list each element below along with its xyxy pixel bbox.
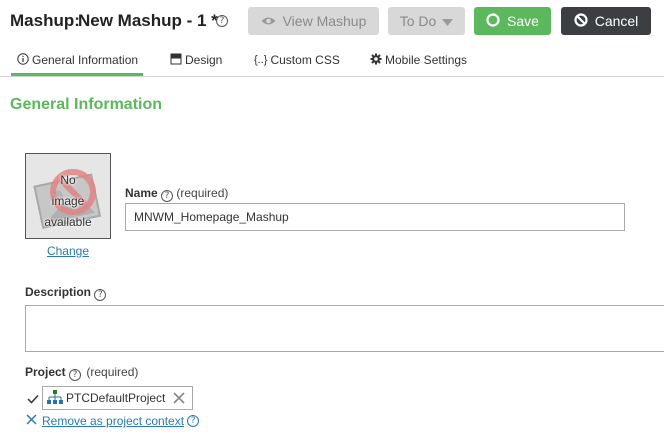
- chevron-down-icon: [442, 13, 454, 29]
- help-icon[interactable]: ?: [187, 415, 200, 427]
- tab-label: Mobile Settings: [385, 53, 468, 67]
- checkmark-icon: [27, 391, 39, 409]
- tab-label: General Information: [32, 53, 139, 67]
- view-mashup-label: View Mashup: [282, 13, 367, 29]
- tab-custom-css[interactable]: {..} Custom CSS: [254, 52, 340, 68]
- help-icon[interactable]: ?: [94, 289, 107, 301]
- tab-general-information[interactable]: General Information: [17, 52, 138, 68]
- no-image-text: No image available: [44, 173, 92, 229]
- close-icon[interactable]: [173, 392, 185, 407]
- eye-icon: [261, 13, 276, 29]
- circle-icon: [486, 12, 500, 30]
- description-label: Description ?: [25, 285, 107, 301]
- x-icon: [26, 414, 37, 428]
- view-mashup-button[interactable]: View Mashup: [248, 7, 379, 35]
- todo-dropdown[interactable]: To Do: [388, 7, 465, 35]
- change-image-link[interactable]: Change: [25, 244, 111, 258]
- project-chip[interactable]: PTCDefaultProject: [42, 386, 193, 410]
- mashup-image: No image available: [25, 153, 111, 239]
- tab-label: Custom CSS: [270, 53, 340, 67]
- tabs-divider: [0, 76, 664, 77]
- section-title: General Information: [10, 96, 163, 113]
- help-icon[interactable]: ?: [69, 369, 82, 381]
- tab-design[interactable]: Design: [170, 52, 222, 68]
- remove-project-context-link[interactable]: Remove as project context: [42, 414, 184, 428]
- ban-icon: [574, 12, 588, 30]
- cancel-button[interactable]: Cancel: [561, 7, 651, 35]
- project-label: Project ? (required): [25, 365, 139, 381]
- description-input[interactable]: [25, 305, 664, 352]
- css-braces-icon: {..}: [254, 54, 268, 66]
- design-icon: [170, 53, 182, 68]
- page-title-prefix: Mashup:: [10, 11, 80, 30]
- save-label: Save: [507, 13, 539, 29]
- project-name: PTCDefaultProject: [66, 391, 166, 405]
- remove-project-row: Remove as project context ?: [26, 414, 200, 428]
- gear-icon: [370, 53, 382, 68]
- help-icon[interactable]: ?: [161, 190, 174, 202]
- tab-label: Design: [185, 53, 223, 67]
- project-tree-icon: [47, 389, 63, 407]
- page-title: New Mashup - 1 *: [78, 11, 218, 30]
- name-input[interactable]: MNWM_Homepage_Mashup: [125, 203, 625, 231]
- todo-label: To Do: [399, 13, 437, 29]
- help-icon[interactable]: ?: [216, 15, 228, 27]
- save-button[interactable]: Save: [474, 7, 551, 35]
- tab-mobile-settings[interactable]: Mobile Settings: [370, 52, 467, 68]
- name-label: Name ? (required): [125, 186, 229, 202]
- info-icon: [17, 52, 29, 68]
- cancel-label: Cancel: [594, 13, 639, 29]
